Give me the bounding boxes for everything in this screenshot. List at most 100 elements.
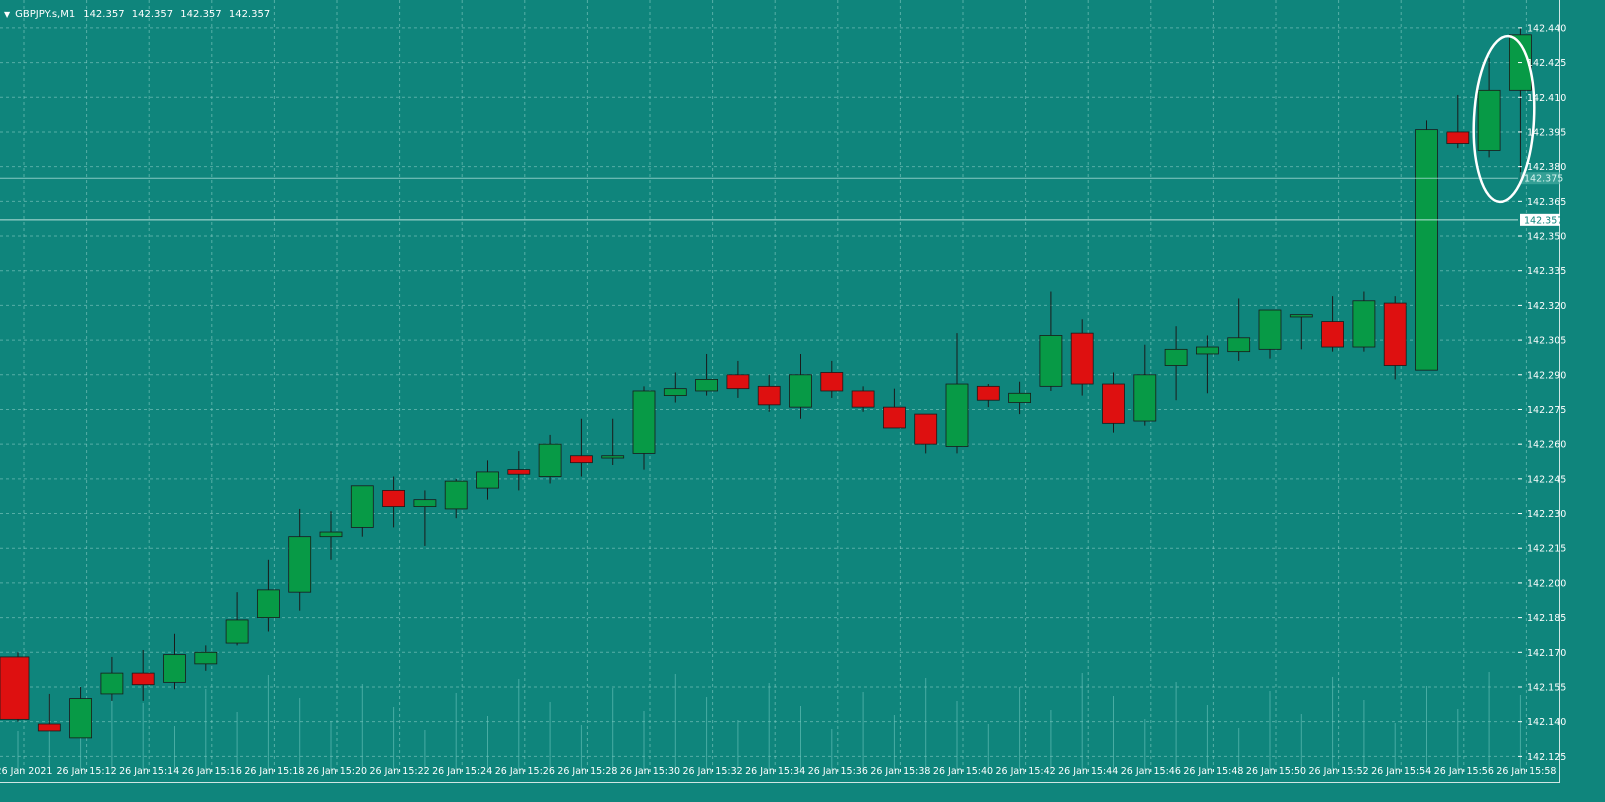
candle [1039, 291, 1063, 391]
bull-candle-body [413, 499, 437, 508]
time-axis[interactable]: 26 Jan 2021 26 Jan 15:12 26 Jan 15:14 26 Ja… [0, 766, 1556, 777]
bull-candle-body [1289, 314, 1313, 318]
bull-candle-body [538, 443, 562, 477]
candle [1383, 296, 1407, 380]
y-tick-label: 142.275 [1527, 405, 1566, 416]
bear-candle-body [1383, 302, 1407, 366]
candle [0, 652, 30, 722]
y-tick-label: 142.290 [1527, 370, 1566, 381]
tick-volume [17, 672, 1521, 771]
x-tick-label: 26 Jan 2021 [0, 766, 52, 777]
candle [225, 592, 249, 646]
y-tick-label: 142.155 [1527, 682, 1566, 693]
candle [726, 360, 750, 398]
x-tick-label: 26 Jan 15:28 [557, 766, 617, 777]
candle [883, 388, 906, 429]
y-tick-label: 142.200 [1527, 578, 1566, 589]
candle [1352, 291, 1376, 352]
x-tick-label: 26 Jan 15:20 [307, 766, 367, 777]
x-tick-label: 26 Jan 15:26 [495, 766, 555, 777]
y-tick-label: 142.440 [1527, 23, 1566, 34]
candle [163, 633, 186, 690]
x-tick-label: 26 Jan 15:18 [244, 766, 304, 777]
x-tick-label: 26 Jan 15:46 [1121, 766, 1181, 777]
bear-candle-body [1321, 321, 1344, 348]
x-tick-label: 26 Jan 15:44 [1058, 766, 1118, 777]
bull-candle-body [69, 698, 92, 739]
bull-candle-body [1164, 348, 1188, 366]
bull-candle-body [350, 485, 374, 528]
bear-candle-body [851, 390, 875, 408]
candle [1289, 314, 1313, 350]
x-tick-label: 26 Jan 15:42 [996, 766, 1056, 777]
candle [507, 451, 531, 491]
x-tick-label: 26 Jan 15:24 [432, 766, 492, 777]
y-tick-label: 142.350 [1527, 232, 1566, 243]
bull-candle-body [601, 455, 625, 459]
bull-candle-body [194, 651, 218, 665]
bull-candle-body [476, 471, 499, 489]
x-tick-label: 26 Jan 15:38 [870, 766, 930, 777]
candle [663, 372, 687, 403]
candle [256, 559, 280, 632]
bull-candle-body [1133, 374, 1157, 422]
y-tick-label: 142.365 [1527, 197, 1566, 208]
current-price-label: 142.357 [1524, 215, 1563, 226]
low-value: 142.357 [180, 8, 222, 20]
candlestick-chart[interactable]: 142.375142.357 142.440142.425142.410142.… [0, 0, 1605, 802]
candle [601, 418, 625, 465]
y-tick-label: 142.380 [1527, 162, 1566, 173]
x-tick-label: 26 Jan 15:16 [182, 766, 242, 777]
x-tick-label: 26 Jan 15:54 [1371, 766, 1431, 777]
x-tick-label: 26 Jan 15:32 [683, 766, 743, 777]
x-tick-label: 26 Jan 15:36 [808, 766, 868, 777]
x-tick-label: 26 Jan 15:30 [620, 766, 680, 777]
bull-candle-body [256, 589, 280, 619]
collapse-triangle-icon[interactable]: ▼ [4, 10, 10, 19]
x-tick-label: 26 Jan 15:48 [1183, 766, 1243, 777]
candle [1133, 344, 1157, 426]
bear-candle-body [0, 656, 30, 720]
bull-candle-body [444, 480, 468, 510]
y-tick-label: 142.245 [1527, 474, 1566, 485]
x-tick-label: 26 Jan 15:22 [370, 766, 430, 777]
bull-candle-body [100, 672, 124, 695]
candle [757, 374, 781, 412]
bull-candle-body [1258, 309, 1282, 350]
candle [350, 485, 374, 537]
candle [632, 386, 656, 470]
symbol-info-bar: ▼ GBPJPY.s,M1 142.357 142.357 142.357 14… [4, 7, 274, 21]
chart-area[interactable]: 142.375 142.357 142.440 142.425 142.410 142.… [0, 0, 1566, 783]
bull-candle-body [288, 536, 312, 593]
grid [0, 0, 1527, 771]
y-tick-label: 142.185 [1527, 613, 1566, 624]
symbol-label: GBPJPY.s,M1 [15, 8, 76, 20]
candle [69, 686, 92, 739]
candles [0, 27, 1532, 739]
price-axis[interactable]: 142.440142.425142.410142.395142.380142.3… [1518, 23, 1566, 763]
bull-candle-body [695, 379, 718, 392]
candle [1446, 94, 1470, 149]
bull-candle-body [225, 619, 249, 644]
ohlc-values: 142.357 142.357 142.357 142.357 [83, 9, 274, 20]
y-tick-label: 142.305 [1527, 336, 1566, 347]
candle [1321, 296, 1344, 352]
bear-candle-body [914, 413, 938, 445]
bull-candle-body [632, 390, 656, 454]
candle [976, 384, 1000, 408]
bear-candle-body [757, 385, 781, 406]
y-tick-label: 142.320 [1527, 301, 1566, 312]
x-tick-label: 26 Jan 15:14 [119, 766, 179, 777]
candle [1070, 319, 1094, 396]
bear-candle-body [976, 385, 1000, 401]
x-tick-label: 26 Jan 15:40 [933, 766, 993, 777]
candle [1196, 335, 1219, 394]
candle [1415, 120, 1438, 371]
candle [444, 478, 468, 519]
bear-candle-body [507, 469, 531, 475]
y-tick-label: 142.260 [1527, 440, 1566, 451]
bear-candle-body [1102, 383, 1125, 424]
x-tick-label: 26 Jan 15:50 [1246, 766, 1306, 777]
candle [914, 413, 938, 454]
bull-candle-body [1352, 300, 1376, 348]
